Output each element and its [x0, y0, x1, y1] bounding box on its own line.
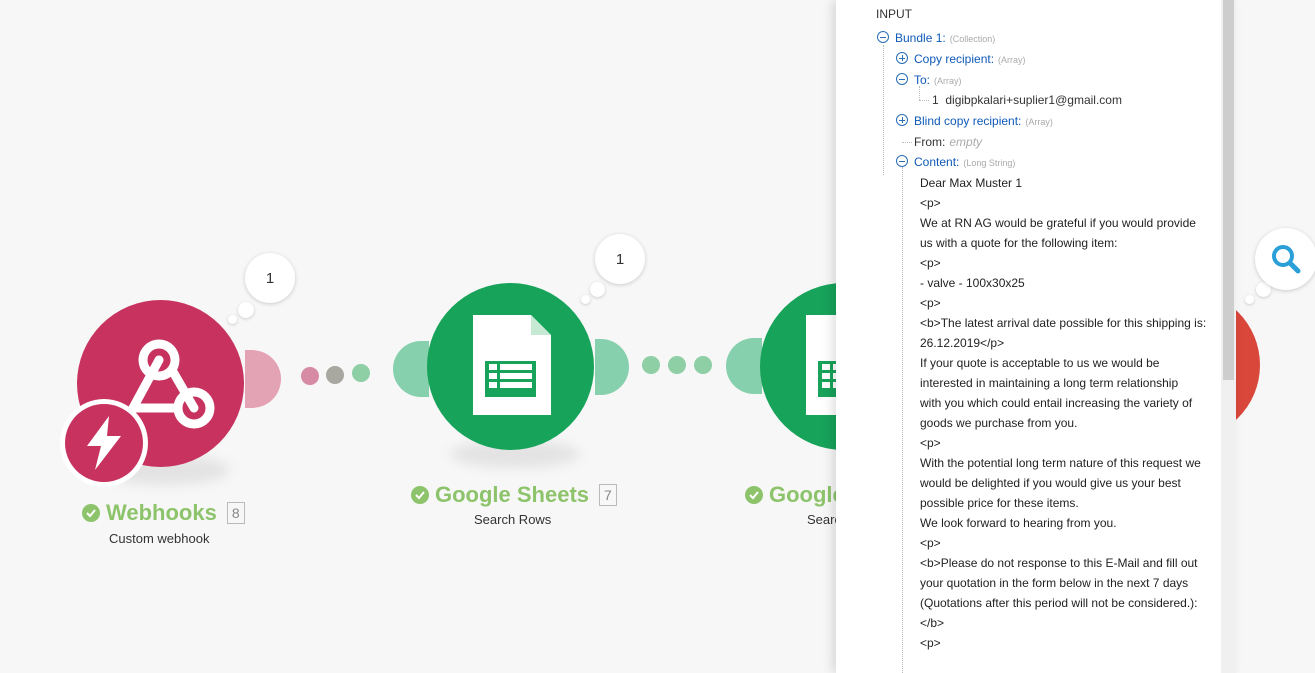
- content-line: your quotation in the form below in the …: [920, 576, 1189, 590]
- check-icon: [411, 486, 429, 504]
- webhooks-connector[interactable]: [245, 350, 281, 408]
- copy-recipient-node[interactable]: Copy recipient: (Array): [896, 52, 1026, 66]
- bundle-node[interactable]: Bundle 1: (Collection): [877, 31, 995, 45]
- content-node[interactable]: Content: (Long String): [896, 155, 1015, 169]
- sheets2-input-connector[interactable]: [726, 338, 762, 394]
- route-dot: [352, 364, 370, 382]
- tree-type: (Long String): [963, 158, 1016, 168]
- tree-line: [883, 45, 884, 175]
- to-node[interactable]: To: (Array): [896, 73, 962, 87]
- route-dot: [668, 356, 686, 374]
- content-line: <b>Please do not response to this E-Mail…: [920, 556, 1198, 570]
- bcc-node[interactable]: Blind copy recipient: (Array): [896, 114, 1053, 128]
- content-line: <p>: [920, 436, 941, 450]
- content-line: us with a quote for the following item:: [920, 236, 1118, 250]
- content-line: We at RN AG would be grateful if you wou…: [920, 216, 1196, 230]
- section-title: INPUT: [876, 7, 912, 21]
- tree-line: [919, 100, 929, 101]
- tree-value: empty: [949, 135, 983, 149]
- bubble-count: 1: [265, 269, 275, 287]
- module-subtitle: Search Rows: [474, 512, 552, 527]
- content-line: <p>: [920, 536, 941, 550]
- route-dot: [642, 356, 660, 374]
- tree-type: (Array): [934, 76, 962, 86]
- tree-type: (Array): [998, 55, 1026, 65]
- bubble-dot: [228, 315, 237, 324]
- tree-key: From:: [914, 135, 946, 149]
- module-subtitle: Custom webhook: [109, 531, 210, 546]
- route-dot: [694, 356, 712, 374]
- route-dot: [301, 367, 319, 385]
- module-id-badge: 8: [226, 502, 245, 524]
- content-line: (Quotations after this period will not b…: [920, 596, 1198, 610]
- tree-line: [902, 167, 903, 673]
- tree-type: (Collection): [949, 34, 996, 44]
- module-name: Google Sheets: [435, 482, 590, 507]
- lightning-icon: [87, 416, 121, 470]
- search-icon: [1272, 245, 1301, 274]
- from-node: From: empty: [914, 135, 982, 149]
- content-line: We look forward to hearing from you.: [920, 516, 1117, 530]
- tree-line: [919, 86, 920, 100]
- bundle-inspector-panel[interactable]: INPUT Bundle 1: (Collection) Copy recipie…: [836, 0, 1236, 673]
- sheets-title: Google Sheets 7: [411, 482, 617, 508]
- operation-count-bubble[interactable]: 1: [245, 253, 295, 303]
- content-line: would be delighted if you would give us …: [920, 476, 1181, 490]
- content-line: <b>The latest arrival date possible for …: [920, 316, 1207, 330]
- content-line: </b>: [920, 616, 945, 630]
- content-line: - valve - 100x30x25: [920, 276, 1025, 290]
- to-item: 1 digibpkalari+suplier1@gmail.com: [932, 93, 1122, 107]
- content-line: interested in maintaining a long term re…: [920, 376, 1179, 390]
- collapse-icon[interactable]: [896, 73, 908, 85]
- tree-key: Blind copy recipient:: [914, 114, 1022, 128]
- tree-line: [902, 142, 912, 143]
- expand-icon[interactable]: [896, 114, 908, 126]
- tree-value: digibpkalari+suplier1@gmail.com: [945, 93, 1122, 107]
- tree-key: To:: [914, 73, 931, 87]
- tree-key: Content:: [914, 155, 960, 169]
- content-line: <p>: [920, 636, 941, 650]
- sheets-output-connector[interactable]: [595, 339, 629, 395]
- module-name: Google: [769, 482, 845, 507]
- check-icon: [82, 504, 100, 522]
- content-line: goods we purchase from you.: [920, 416, 1078, 430]
- sheets2-title: Google: [745, 482, 845, 508]
- sheets-input-connector[interactable]: [393, 341, 429, 397]
- tree-key: Copy recipient:: [914, 52, 995, 66]
- bubble-dot: [1245, 295, 1254, 304]
- content-line: with you which could entail increasing t…: [920, 396, 1193, 410]
- expand-icon[interactable]: [896, 52, 908, 64]
- content-line: <p>: [920, 296, 941, 310]
- bubble-dot: [590, 282, 605, 297]
- scrollbar[interactable]: [1221, 0, 1236, 673]
- check-icon: [745, 486, 763, 504]
- content-line: <p>: [920, 256, 941, 270]
- module-name: Webhooks: [106, 500, 217, 525]
- bubble-dot: [238, 302, 254, 318]
- bubble-dot: [581, 295, 590, 304]
- route-dot: [326, 366, 344, 384]
- operation-count-bubble[interactable]: 1: [595, 234, 645, 284]
- bubble-count: 1: [615, 250, 625, 268]
- tree-key: Bundle 1:: [895, 31, 946, 45]
- scrollbar-thumb[interactable]: [1223, 0, 1234, 380]
- module-id-badge: 7: [599, 484, 617, 506]
- instant-trigger-inner: [65, 404, 143, 482]
- tree-type: (Array): [1025, 117, 1053, 127]
- content-line: If your quote is acceptable to us we wou…: [920, 356, 1160, 370]
- webhooks-title: Webhooks 8: [82, 500, 245, 526]
- collapse-icon[interactable]: [896, 155, 908, 167]
- content-line: Dear Max Muster 1: [920, 176, 1023, 190]
- tree-index: 1: [932, 93, 939, 107]
- collapse-icon[interactable]: [877, 31, 889, 43]
- content-line: <p>: [920, 196, 941, 210]
- content-line: possible price for these items.: [920, 496, 1079, 510]
- content-line: 26.12.2019</p>: [920, 336, 1005, 350]
- content-line: With the potential long term nature of t…: [920, 456, 1201, 470]
- google-sheets-module[interactable]: [427, 283, 594, 450]
- google-sheets-icon: [473, 315, 551, 415]
- search-bubble[interactable]: [1255, 228, 1315, 290]
